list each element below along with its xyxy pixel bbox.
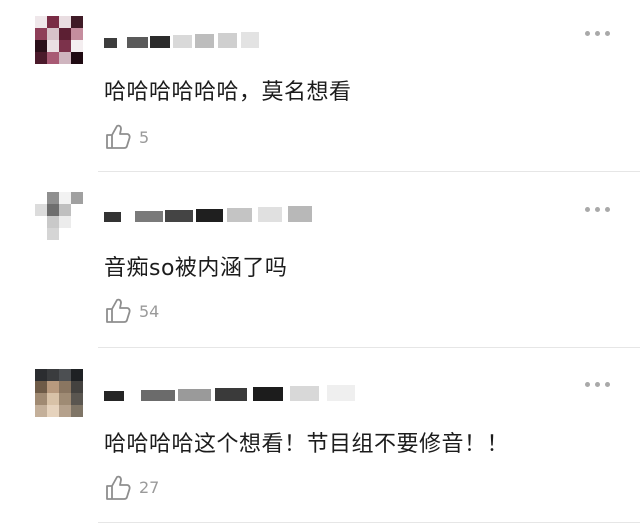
avatar-pixel bbox=[71, 381, 83, 393]
avatar-pixel bbox=[47, 405, 59, 417]
avatar-pixel bbox=[35, 40, 47, 52]
avatar-pixel bbox=[59, 393, 71, 405]
avatar-pixel bbox=[47, 52, 59, 64]
comment-text: 哈哈哈哈这个想看！节目组不要修音！！ bbox=[104, 432, 510, 457]
avatar-pixel bbox=[47, 369, 59, 381]
avatar-pixel bbox=[59, 192, 71, 204]
thumbs-up-icon[interactable] bbox=[103, 122, 133, 152]
avatar-pixel bbox=[47, 393, 59, 405]
comment-item: 哈哈哈哈哈哈，莫名想看 5 bbox=[0, 0, 640, 172]
divider bbox=[98, 522, 640, 523]
username-blur-block bbox=[141, 390, 176, 401]
username-blur-block bbox=[104, 212, 121, 222]
like-count: 54 bbox=[139, 302, 160, 321]
username-blur-block bbox=[126, 37, 148, 48]
username-blur-block bbox=[252, 387, 284, 401]
avatar-pixel bbox=[71, 16, 83, 28]
avatar-pixel bbox=[71, 369, 83, 381]
avatar-pixel bbox=[35, 405, 47, 417]
avatar-pixel bbox=[71, 40, 83, 52]
avatar-pixel bbox=[47, 40, 59, 52]
like-count: 27 bbox=[139, 478, 160, 497]
avatar-pixel bbox=[47, 192, 59, 204]
avatar-pixel bbox=[71, 52, 83, 64]
avatar[interactable] bbox=[35, 369, 83, 417]
avatar-pixel bbox=[59, 216, 71, 228]
avatar-pixel bbox=[47, 28, 59, 40]
avatar-pixel bbox=[47, 228, 59, 240]
comment-text: 音痴so被内涵了吗 bbox=[104, 256, 288, 281]
thumbs-up-icon[interactable] bbox=[103, 296, 133, 326]
more-options-icon[interactable] bbox=[585, 204, 613, 216]
username-blurred[interactable] bbox=[104, 28, 264, 52]
avatar-pixel bbox=[35, 28, 47, 40]
avatar-pixel bbox=[59, 28, 71, 40]
username-blur-block bbox=[104, 391, 125, 401]
avatar-pixel bbox=[59, 381, 71, 393]
avatar-pixel bbox=[35, 192, 47, 204]
avatar-pixel bbox=[71, 192, 83, 204]
avatar-pixel bbox=[59, 40, 71, 52]
comment-text: 哈哈哈哈哈哈，莫名想看 bbox=[104, 80, 352, 105]
avatar-pixel bbox=[59, 228, 71, 240]
username-blur-block bbox=[218, 33, 237, 48]
avatar-pixel bbox=[47, 216, 59, 228]
username-blur-block bbox=[165, 210, 193, 222]
avatar[interactable] bbox=[35, 192, 83, 240]
avatar-pixel bbox=[47, 16, 59, 28]
username-blur-block bbox=[326, 385, 356, 401]
avatar-pixel bbox=[71, 28, 83, 40]
avatar-pixel bbox=[47, 381, 59, 393]
avatar-pixel bbox=[59, 16, 71, 28]
comment-item: 哈哈哈哈这个想看！节目组不要修音！！ 27 bbox=[0, 347, 640, 525]
avatar-pixel bbox=[71, 393, 83, 405]
avatar-pixel bbox=[47, 204, 59, 216]
avatar-pixel bbox=[59, 405, 71, 417]
username-blur-block bbox=[196, 209, 223, 222]
thumbs-up-icon[interactable] bbox=[103, 473, 133, 503]
username-blur-block bbox=[241, 32, 259, 48]
like-count: 5 bbox=[139, 128, 150, 147]
username-blur-block bbox=[257, 207, 283, 222]
avatar[interactable] bbox=[35, 16, 83, 64]
avatar-pixel bbox=[35, 393, 47, 405]
avatar-pixel bbox=[59, 52, 71, 64]
username-blur-block bbox=[172, 35, 193, 48]
avatar-pixel bbox=[35, 369, 47, 381]
avatar-pixel bbox=[71, 228, 83, 240]
username-blur-block bbox=[149, 36, 171, 48]
username-blur-block bbox=[289, 386, 320, 401]
username-blurred[interactable] bbox=[104, 381, 364, 405]
avatar-pixel bbox=[35, 52, 47, 64]
avatar-pixel bbox=[35, 204, 47, 216]
avatar-pixel bbox=[59, 369, 71, 381]
username-blur-block bbox=[178, 389, 212, 401]
avatar-pixel bbox=[71, 204, 83, 216]
username-blur-block bbox=[288, 206, 312, 222]
avatar-pixel bbox=[71, 405, 83, 417]
comment-item: 音痴so被内涵了吗 54 bbox=[0, 172, 640, 348]
avatar-pixel bbox=[59, 204, 71, 216]
username-blur-block bbox=[134, 211, 163, 222]
username-blur-block bbox=[226, 208, 253, 222]
more-options-icon[interactable] bbox=[585, 28, 613, 40]
more-options-icon[interactable] bbox=[585, 379, 613, 391]
avatar-pixel bbox=[71, 216, 83, 228]
username-blur-block bbox=[215, 388, 248, 401]
avatar-pixel bbox=[35, 381, 47, 393]
avatar-pixel bbox=[35, 228, 47, 240]
avatar-pixel bbox=[35, 216, 47, 228]
username-blur-block bbox=[195, 34, 215, 48]
avatar-pixel bbox=[35, 16, 47, 28]
username-blur-block bbox=[104, 38, 117, 48]
username-blurred[interactable] bbox=[104, 202, 319, 226]
